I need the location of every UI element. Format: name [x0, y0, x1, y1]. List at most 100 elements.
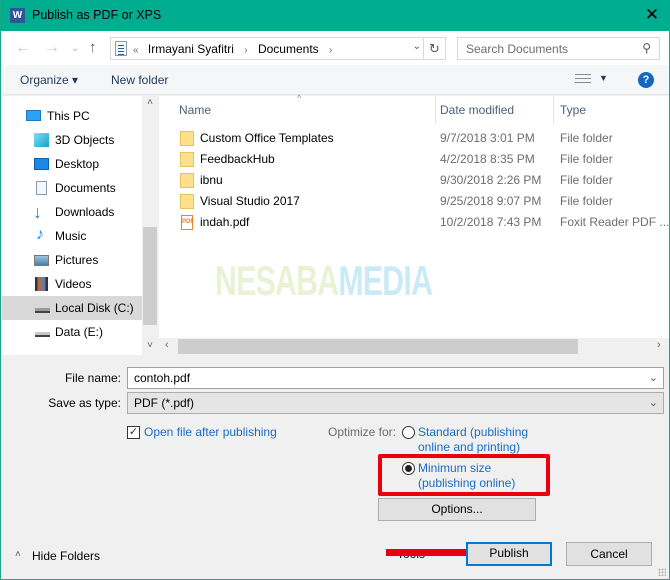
file-list-horizontal-scrollbar[interactable]: ‹ ›	[159, 338, 669, 355]
folder-icon	[180, 152, 194, 167]
up-arrow-icon[interactable]: ↑	[89, 39, 97, 56]
refresh-icon[interactable]: ↻	[423, 38, 445, 59]
address-dropdown-icon[interactable]: ⌄	[413, 41, 421, 52]
sidebar-item-desktop[interactable]: Desktop	[2, 152, 142, 176]
breadcrumb-separator-icon: ›	[244, 45, 248, 56]
scroll-left-icon[interactable]: ‹	[165, 339, 169, 351]
address-bar[interactable]: « Irmayani Syafitri › Documents › ⌄ ↻	[110, 37, 446, 60]
sidebar-item-label: Downloads	[55, 205, 115, 219]
sidebar-item-pictures[interactable]: Pictures	[2, 248, 142, 272]
sidebar-item-this-pc[interactable]: This PC	[2, 104, 142, 128]
file-type: File folder	[560, 194, 613, 208]
sidebar-item-local-disk-c[interactable]: Local Disk (C:)	[2, 296, 142, 320]
chevron-down-icon[interactable]: ⌄	[649, 371, 658, 384]
close-icon[interactable]: ✕	[639, 4, 665, 26]
scrollbar-thumb[interactable]	[178, 339, 578, 354]
search-input[interactable]: Search Documents ⚲	[457, 37, 660, 60]
help-icon[interactable]: ?	[638, 72, 654, 88]
breadcrumb-overflow[interactable]: «	[133, 45, 139, 56]
publish-dialog: W Publish as PDF or XPS ✕ ← → ⌄ ↑ « Irma…	[0, 0, 670, 580]
file-date: 9/25/2018 9:07 PM	[440, 194, 542, 208]
file-type: File folder	[560, 131, 613, 145]
file-row[interactable]: Visual Studio 2017 9/25/2018 9:07 PM Fil…	[159, 191, 669, 212]
3d-objects-icon	[34, 133, 49, 147]
view-options-dropdown-icon[interactable]: ▼	[599, 73, 608, 83]
file-row[interactable]: Custom Office Templates 9/7/2018 3:01 PM…	[159, 128, 669, 149]
sidebar-item-label: Music	[55, 229, 87, 243]
column-header-name[interactable]: Name	[179, 103, 211, 117]
optimize-minimum-size-label[interactable]: Minimum size (publishing online)	[418, 461, 515, 491]
forward-arrow-icon[interactable]: →	[44, 39, 60, 57]
optimize-minimum-size-radio[interactable]	[402, 462, 415, 475]
sidebar-item-3d-objects[interactable]: 3D Objects	[2, 128, 142, 152]
hide-folders-button[interactable]: Hide Folders	[32, 549, 100, 563]
new-folder-button[interactable]: New folder	[111, 73, 168, 87]
optimize-standard-line1: Standard (publishing	[418, 425, 529, 439]
watermark-text-part2: MEDIA	[338, 257, 433, 304]
title-bar: W Publish as PDF or XPS ✕	[1, 0, 670, 31]
local-disk-icon	[35, 308, 50, 313]
breadcrumb: « Irmayani Syafitri › Documents ›	[133, 42, 339, 56]
view-details-icon[interactable]	[575, 74, 591, 85]
scrollbar-thumb[interactable]	[143, 227, 157, 325]
downloads-icon: ↓	[33, 202, 42, 222]
publish-button[interactable]: Publish	[466, 542, 552, 566]
scroll-up-icon[interactable]: ˄	[142, 97, 158, 108]
column-divider[interactable]	[553, 96, 554, 124]
search-placeholder: Search Documents	[466, 42, 569, 56]
navigation-bar: ← → ⌄ ↑ « Irmayani Syafitri › Documents …	[2, 31, 669, 65]
save-as-type-select[interactable]: PDF (*.pdf) ⌄	[127, 392, 664, 414]
column-header-type[interactable]: Type	[560, 103, 586, 117]
optimize-standard-label[interactable]: Standard (publishing online and printing…	[418, 425, 528, 455]
open-after-publishing-checkbox[interactable]: ✓	[127, 426, 140, 439]
options-button[interactable]: Options...	[378, 498, 536, 521]
music-icon: ♪	[36, 226, 44, 243]
sidebar-item-data-e[interactable]: Data (E:)	[2, 320, 142, 344]
file-date: 9/30/2018 2:26 PM	[440, 173, 542, 187]
back-arrow-icon[interactable]: ←	[15, 39, 31, 57]
organize-button[interactable]: Organize ▾	[20, 73, 78, 87]
breadcrumb-user[interactable]: Irmayani Syafitri	[148, 42, 234, 56]
command-bar: Organize ▾ New folder ▼ ?	[2, 65, 669, 95]
folder-icon	[180, 131, 194, 146]
file-date: 9/7/2018 3:01 PM	[440, 131, 535, 145]
drive-icon	[35, 332, 50, 337]
optimize-minimum-line2: (publishing online)	[418, 476, 516, 490]
breadcrumb-separator-icon: ›	[329, 45, 333, 56]
sidebar-item-music[interactable]: ♪ Music	[2, 224, 142, 248]
recent-locations-icon[interactable]: ⌄	[71, 43, 79, 54]
sidebar-item-label: Local Disk (C:)	[55, 301, 134, 315]
file-type: File folder	[560, 152, 613, 166]
sidebar-item-label: This PC	[47, 109, 90, 123]
optimize-standard-radio[interactable]	[402, 426, 415, 439]
open-after-publishing-label[interactable]: Open file after publishing	[144, 425, 277, 439]
scroll-right-icon[interactable]: ›	[657, 339, 661, 351]
pictures-icon	[34, 255, 49, 266]
file-name-input[interactable]: contoh.pdf ⌄	[127, 367, 664, 389]
documents-icon	[36, 181, 47, 195]
chevron-down-icon[interactable]: ⌄	[649, 396, 658, 409]
sidebar-item-label: Documents	[55, 181, 116, 195]
navigation-pane-scrollbar[interactable]: ˄ ˅	[142, 96, 158, 355]
watermark-text-part1: NESABA	[215, 257, 339, 304]
column-header-date-modified[interactable]: Date modified	[440, 103, 514, 117]
file-row[interactable]: ibnu 9/30/2018 2:26 PM File folder	[159, 170, 669, 191]
watermark-logo: NESABAMEDIA	[215, 257, 433, 305]
breadcrumb-documents[interactable]: Documents	[258, 42, 319, 56]
scroll-down-icon[interactable]: ˅	[142, 340, 158, 351]
sidebar-item-documents[interactable]: Documents	[2, 176, 142, 200]
desktop-icon	[34, 158, 49, 170]
optimize-for-label: Optimize for:	[328, 425, 397, 439]
sidebar-item-label: Data (E:)	[55, 325, 104, 339]
sidebar-item-videos[interactable]: Videos	[2, 272, 142, 296]
resize-grip[interactable]	[658, 568, 666, 576]
sidebar-item-downloads[interactable]: ↓ Downloads	[2, 200, 142, 224]
search-icon[interactable]: ⚲	[642, 41, 651, 55]
file-row[interactable]: PDF indah.pdf 10/2/2018 7:43 PM Foxit Re…	[159, 212, 669, 233]
word-app-icon: W	[10, 8, 25, 23]
cancel-button[interactable]: Cancel	[566, 542, 652, 566]
column-divider[interactable]	[435, 96, 436, 124]
file-name-value: contoh.pdf	[134, 371, 191, 385]
file-row[interactable]: FeedbackHub 4/2/2018 8:35 PM File folder	[159, 149, 669, 170]
chevron-up-icon[interactable]: ˄	[15, 549, 21, 560]
